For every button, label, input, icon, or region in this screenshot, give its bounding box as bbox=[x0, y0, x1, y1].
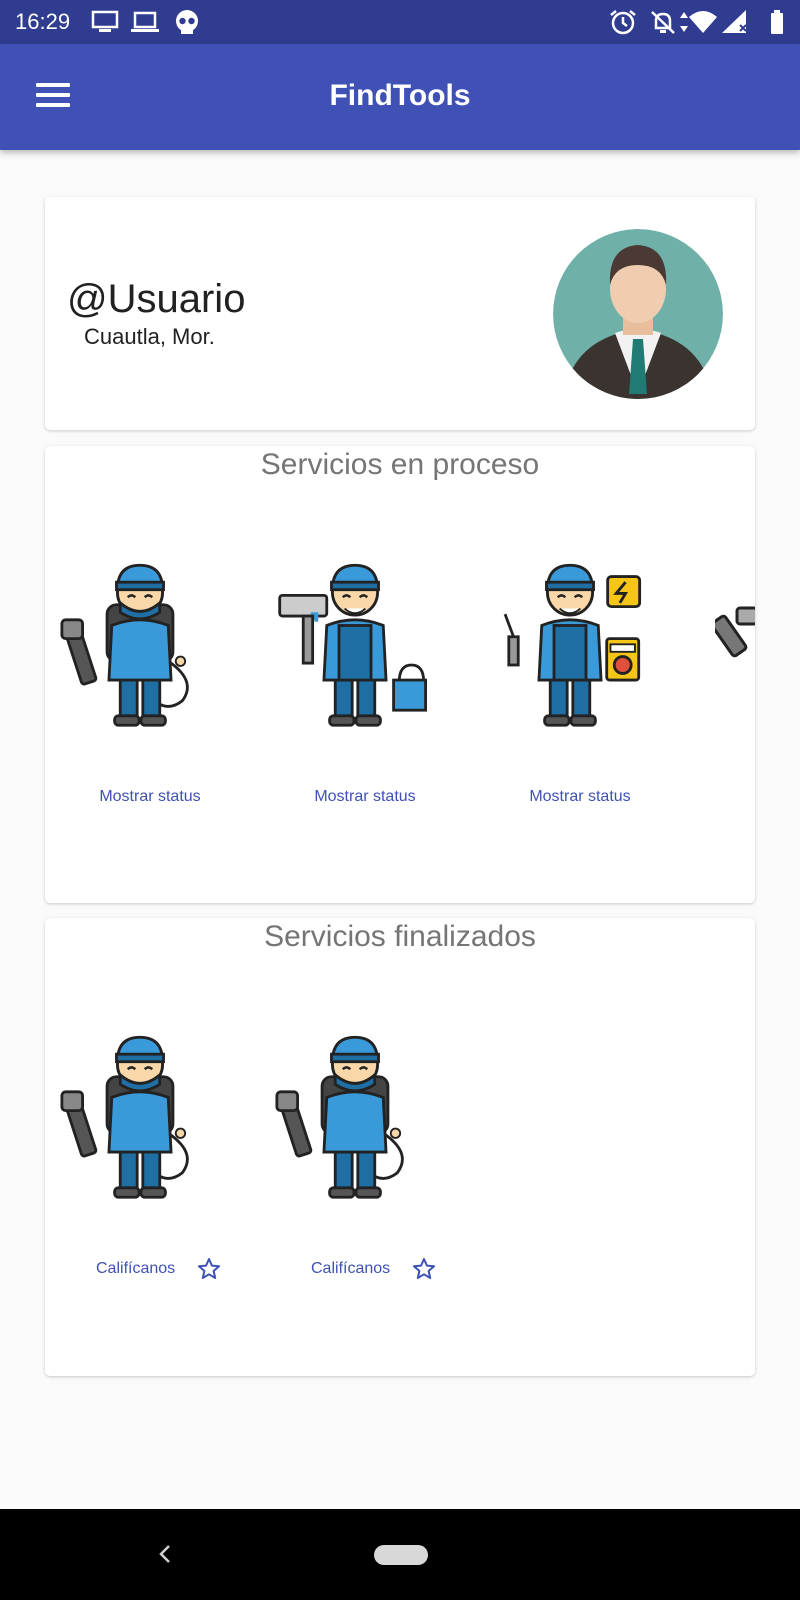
services-finished-title: Servicios finalizados bbox=[264, 920, 536, 953]
painter-worker-icon bbox=[278, 563, 428, 727]
cleaning-worker-icon bbox=[275, 1035, 404, 1199]
battery-icon bbox=[771, 10, 783, 34]
system-navigation-bar bbox=[0, 1509, 800, 1600]
rate-us-button[interactable]: Califícanos bbox=[50, 1258, 250, 1290]
monitor-icon bbox=[91, 10, 119, 32]
finished-service-item: Califícanos bbox=[265, 1026, 465, 1326]
rate-us-label: Califícanos bbox=[96, 1260, 176, 1277]
skull-icon bbox=[176, 10, 198, 34]
finished-service-item: Califícanos bbox=[50, 1026, 250, 1326]
hamburger-line bbox=[36, 103, 70, 107]
app-bar: FindTools bbox=[0, 44, 800, 150]
hamburger-line bbox=[36, 93, 70, 97]
services-finished-card: Servicios finalizados Califícanos Califí… bbox=[45, 918, 755, 1376]
user-location: Cuautla, Mor. bbox=[84, 324, 215, 349]
show-status-button[interactable]: Mostrar status bbox=[265, 788, 465, 806]
menu-button[interactable] bbox=[26, 74, 78, 120]
notifications-off-icon bbox=[651, 11, 675, 34]
hamburger-menu-icon bbox=[36, 83, 70, 87]
app-title: FindTools bbox=[329, 79, 471, 112]
star-outline-icon bbox=[198, 1258, 220, 1279]
profile-card: @Usuario Cuautla, Mor. bbox=[45, 197, 755, 430]
services-in-process-card: Servicios en proceso Mostrar status Most… bbox=[45, 446, 755, 903]
next-service-peek-icon bbox=[715, 606, 755, 658]
back-chevron-icon[interactable] bbox=[150, 1539, 180, 1569]
show-status-button[interactable]: Mostrar status bbox=[50, 788, 250, 806]
service-item: Mostrar status bbox=[265, 554, 465, 854]
home-pill-icon[interactable] bbox=[374, 1545, 428, 1565]
alarm-icon bbox=[610, 10, 636, 35]
show-status-button[interactable]: Mostrar status bbox=[480, 788, 680, 806]
laptop-icon bbox=[131, 11, 159, 32]
username: @Usuario bbox=[67, 277, 246, 321]
status-bar: 16:29 bbox=[0, 0, 800, 44]
service-item: Mostrar status bbox=[480, 554, 680, 854]
signal-icon bbox=[722, 10, 747, 33]
services-in-process-title: Servicios en proceso bbox=[260, 448, 540, 481]
cleaning-worker-icon bbox=[60, 1035, 189, 1199]
star-outline-icon bbox=[413, 1258, 435, 1279]
wifi-icon bbox=[689, 11, 717, 33]
cleaning-worker-icon bbox=[60, 563, 189, 727]
rate-us-label: Califícanos bbox=[311, 1260, 391, 1277]
rate-us-button[interactable]: Califícanos bbox=[265, 1258, 465, 1290]
electrician-worker-icon bbox=[503, 563, 642, 727]
status-time: 16:29 bbox=[15, 9, 71, 34]
businessman-avatar-icon bbox=[553, 229, 723, 399]
service-item: Mostrar status bbox=[50, 554, 250, 854]
